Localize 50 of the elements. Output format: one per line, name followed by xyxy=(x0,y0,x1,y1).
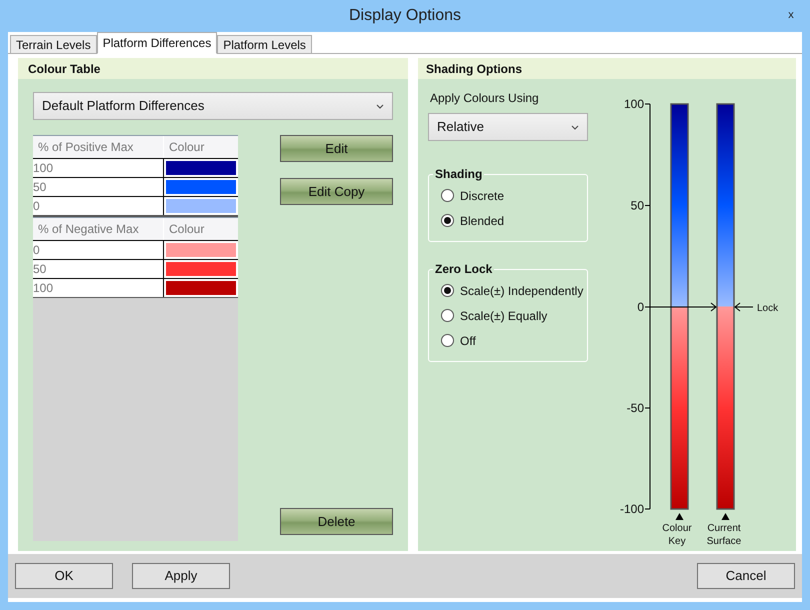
chevron-down-icon xyxy=(571,124,579,130)
dropdown[interactable]: Relative xyxy=(428,113,588,141)
action-button[interactable]: Delete xyxy=(280,508,393,535)
tick-label: 50 xyxy=(630,198,644,212)
radio-label: Scale(±) Equally xyxy=(460,308,548,324)
colour-swatch[interactable] xyxy=(166,180,236,194)
triangle-marker-icon xyxy=(722,513,730,520)
tick-label: 0 xyxy=(637,300,644,314)
colour-swatch[interactable] xyxy=(166,199,236,213)
radio-button[interactable] xyxy=(441,309,454,322)
chevron-down-icon xyxy=(376,104,384,108)
radio-button[interactable] xyxy=(441,214,454,227)
bar-label: Colour Key xyxy=(661,522,693,548)
bar-label: Current Surface xyxy=(706,522,742,548)
tab[interactable]: Platform Levels xyxy=(217,35,312,54)
tick-label: -100 xyxy=(620,502,644,516)
dropdown[interactable]: Default Platform Differences xyxy=(33,92,393,120)
radio-label: Off xyxy=(460,332,476,350)
colour-swatch[interactable] xyxy=(166,262,236,276)
dialog-button[interactable]: OK xyxy=(15,563,113,589)
group-title: Zero Lock xyxy=(434,261,494,278)
radio-label: Discrete xyxy=(460,188,504,204)
tick-label: -50 xyxy=(626,401,644,415)
zero-arrow xyxy=(650,302,717,312)
radio-button[interactable] xyxy=(441,334,454,347)
action-button[interactable]: Edit xyxy=(280,135,393,162)
colour-swatch[interactable] xyxy=(166,281,236,295)
radio-button[interactable] xyxy=(441,189,454,202)
radio-button[interactable] xyxy=(441,284,454,297)
panel-header: Shading Options xyxy=(418,58,796,79)
colour-swatch[interactable] xyxy=(166,161,236,175)
lock-label: Lock xyxy=(757,303,778,314)
window-title: Display Options xyxy=(348,6,462,26)
close-button[interactable]: x xyxy=(782,6,800,24)
group-title: Shading xyxy=(434,166,484,183)
dialog-button[interactable]: Apply xyxy=(132,563,230,589)
triangle-marker-icon xyxy=(676,513,684,520)
column-header: Colour xyxy=(168,139,206,156)
column-header: Colour xyxy=(168,221,206,238)
radio-label: Scale(±) Independently xyxy=(460,282,584,300)
dialog-button[interactable]: Cancel xyxy=(697,563,795,589)
tick-label: 100 xyxy=(624,97,644,111)
lock-arrow xyxy=(734,302,754,312)
colour-swatch[interactable] xyxy=(166,243,236,257)
action-button[interactable]: Edit Copy xyxy=(280,178,393,205)
tab[interactable]: Terrain Levels xyxy=(10,35,97,54)
tab[interactable]: Platform Differences xyxy=(96,32,218,54)
radio-label: Blended xyxy=(460,212,504,230)
field-label: Apply Colours Using xyxy=(430,90,540,107)
panel-header: Colour Table xyxy=(18,58,408,79)
